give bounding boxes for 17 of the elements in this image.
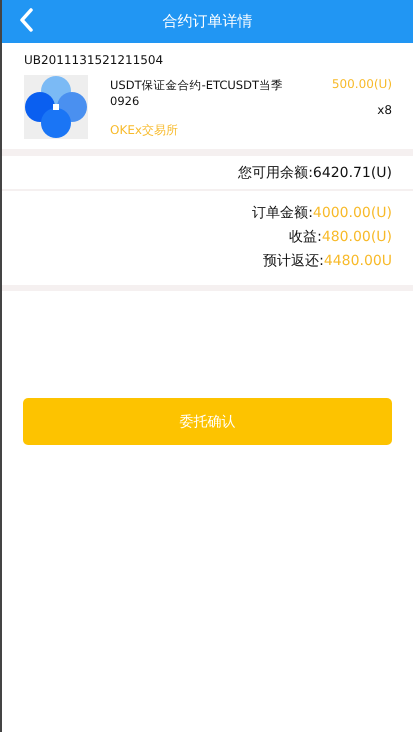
product-quantity: x8 (377, 103, 392, 117)
summary-value: 4000.00(U) (312, 205, 392, 221)
product-logo (24, 75, 88, 139)
summary-value: 4480.00U (324, 253, 392, 269)
summary-label: 预计返还: (263, 253, 324, 269)
balance-text: 您可用余额:6420.71(U) (238, 164, 392, 182)
product-price: 500.00(U) (332, 77, 392, 91)
summary-label: 订单金额: (252, 205, 313, 221)
product-title: USDT保证金合约-ETCUSDT当季0926 (110, 77, 284, 109)
summary-value: 480.00(U) (322, 229, 392, 245)
summary-label: 收益: (289, 229, 322, 245)
order-number: UB2011131521211504 (24, 53, 164, 67)
back-button[interactable] (18, 7, 34, 33)
page-title: 合约订单详情 (162, 12, 252, 31)
exchange-name: OKEx交易所 (110, 122, 179, 139)
confirm-button[interactable]: 委托确认 (23, 398, 392, 445)
back-icon (18, 7, 34, 33)
